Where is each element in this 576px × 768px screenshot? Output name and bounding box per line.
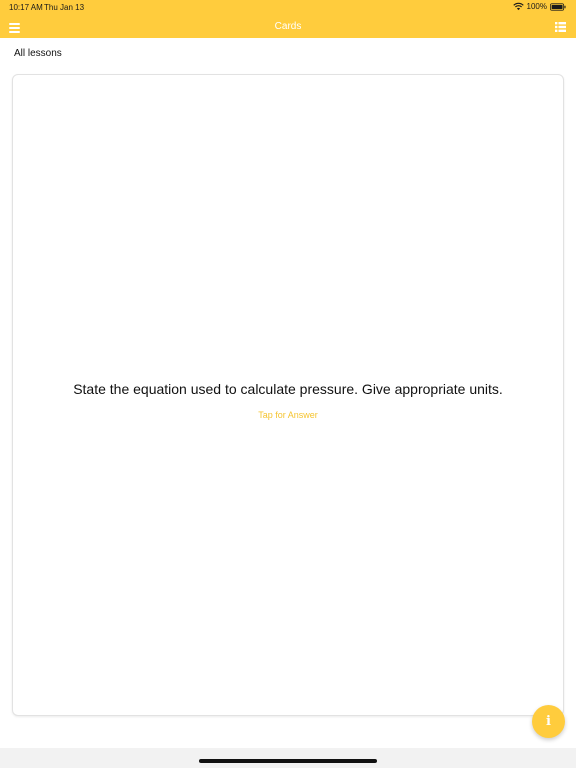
home-indicator[interactable]	[199, 759, 377, 763]
info-icon: i	[546, 714, 551, 729]
tap-for-answer-button[interactable]: Tap for Answer	[13, 410, 563, 420]
status-time: 10:17 AM	[9, 3, 43, 12]
card-question: State the equation used to calculate pre…	[73, 381, 503, 397]
status-indicators: 100%	[512, 2, 566, 11]
wifi-icon	[512, 2, 524, 11]
battery-percentage: 100%	[526, 2, 547, 11]
page-title: Cards	[274, 21, 302, 32]
battery-icon	[550, 2, 566, 11]
list-icon[interactable]	[555, 22, 566, 32]
nav-bar: Cards	[0, 14, 576, 38]
status-date: Thu Jan 13	[44, 3, 85, 12]
header: 10:17 AM Thu Jan 13 100% Cards	[0, 0, 576, 38]
info-button[interactable]: i	[532, 705, 565, 738]
bottom-bar	[0, 748, 576, 768]
status-bar: 10:17 AM Thu Jan 13 100%	[0, 0, 576, 14]
flash-card[interactable]: State the equation used to calculate pre…	[12, 74, 564, 716]
lessons-filter-label[interactable]: All lessons	[14, 48, 62, 59]
